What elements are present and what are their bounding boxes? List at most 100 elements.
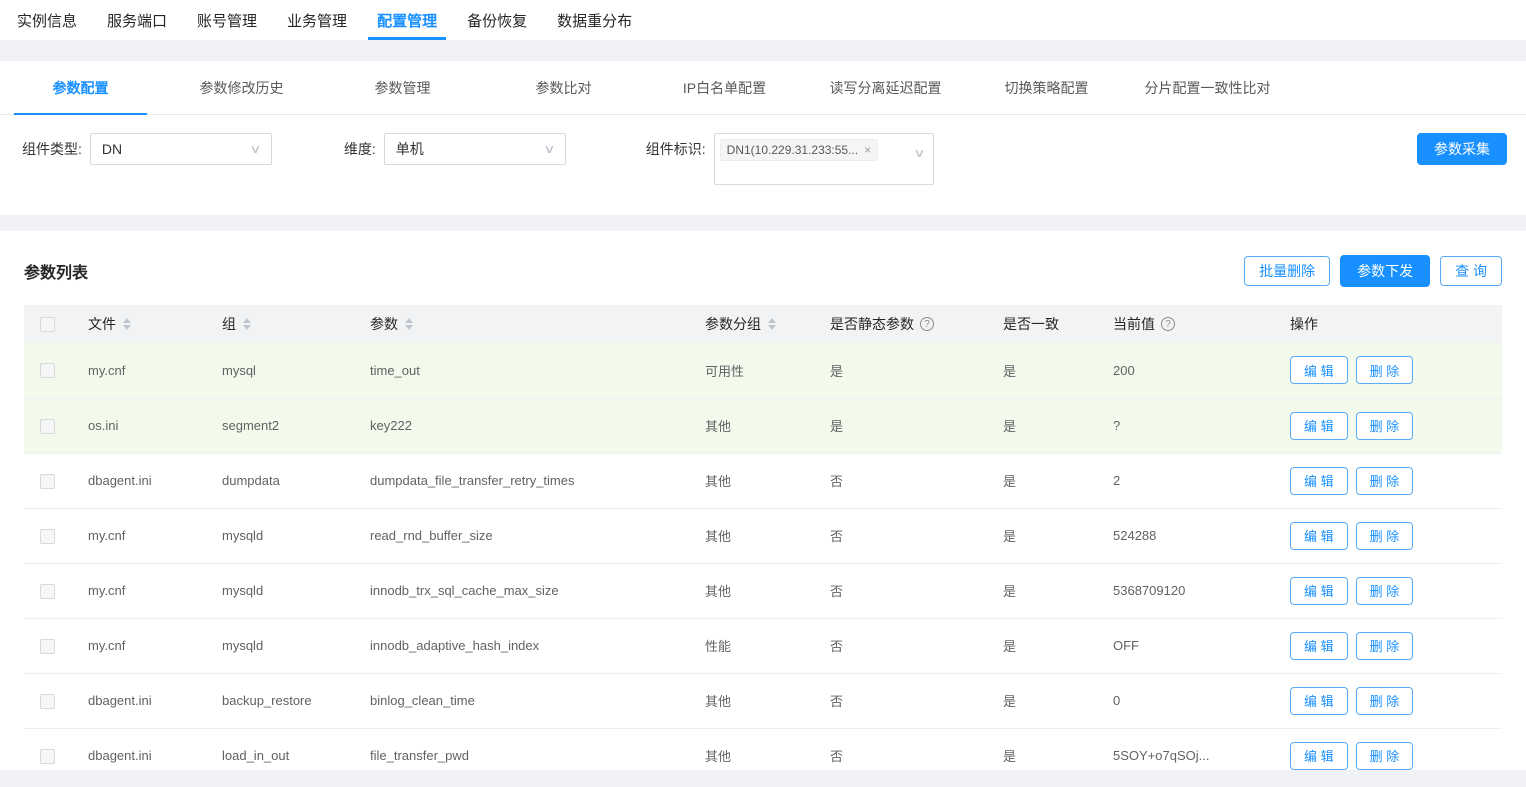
row-checkbox[interactable] — [40, 748, 55, 764]
component-type-label: 组件类型: — [22, 141, 82, 157]
delete-button[interactable]: 删 除 — [1355, 741, 1414, 770]
sort-icon[interactable] — [123, 318, 131, 330]
cell-is-static: 是 — [810, 343, 983, 399]
cell-group: mysqld — [202, 618, 350, 674]
edit-button[interactable]: 编 辑 — [1290, 411, 1348, 440]
table-row: dbagent.ini dumpdata dumpdata_file_trans… — [24, 453, 1502, 509]
sub-tabs: 参数配置 参数修改历史 参数管理 参数比对 IP白名单配置 读写分离延迟配置 切换策略配置分… — [0, 61, 1526, 115]
sort-icon[interactable] — [243, 318, 251, 330]
sort-icon[interactable] — [768, 318, 776, 330]
top-nav-item-7[interactable]: 数据重分布 — [542, 0, 647, 40]
edit-button[interactable]: 编 辑 — [1290, 741, 1348, 770]
col-header-label: 组 — [222, 316, 236, 332]
top-nav-item-2[interactable]: 服务端口 — [92, 0, 182, 40]
edit-button[interactable]: 编 辑 — [1290, 356, 1348, 385]
delete-button[interactable]: 删 除 — [1355, 631, 1414, 660]
top-nav-item-1[interactable]: 实例信息 — [2, 0, 92, 40]
dimension-filter: 维度: 单机 ∨ — [344, 133, 566, 165]
select-all-checkbox[interactable] — [40, 317, 55, 333]
cell-param-group: 其他 — [685, 563, 810, 619]
cell-group: segment2 — [202, 398, 350, 454]
delete-button[interactable]: 删 除 — [1355, 576, 1414, 605]
delete-button[interactable]: 删 除 — [1355, 356, 1414, 385]
component-id-tag-label: DN1(10.229.31.233:55... — [726, 143, 859, 157]
sub-tab-3[interactable]: 参数管理 — [322, 61, 483, 114]
distribute-params-button[interactable]: 参数下发 — [1340, 255, 1431, 287]
top-nav-item-4[interactable]: 业务管理 — [272, 0, 362, 40]
batch-delete-button[interactable]: 批量删除 — [1244, 256, 1331, 286]
cell-group: mysql — [202, 343, 350, 399]
query-button[interactable]: 查 询 — [1440, 256, 1502, 286]
cell-current-value: OFF — [1093, 618, 1270, 674]
edit-button[interactable]: 编 辑 — [1290, 631, 1348, 660]
cell-param: innodb_adaptive_hash_index — [350, 618, 685, 674]
col-header-check — [24, 305, 68, 343]
sub-tab-7[interactable]: 切换策略配置 — [966, 61, 1127, 114]
col-header-param_group[interactable]: 参数分组 — [685, 305, 810, 343]
cell-param: key222 — [350, 398, 685, 454]
info-icon[interactable]: ? — [920, 317, 934, 331]
sub-tab-5[interactable]: IP白名单配置 — [644, 61, 805, 114]
cell-param-group: 性能 — [685, 618, 810, 674]
row-checkbox[interactable] — [40, 473, 55, 489]
edit-button[interactable]: 编 辑 — [1290, 466, 1348, 495]
cell-param-group: 其他 — [685, 728, 810, 770]
component-id-select[interactable]: DN1(10.229.31.233:55... × ∨ — [713, 133, 934, 185]
info-icon[interactable]: ? — [1161, 317, 1175, 331]
row-ops: 编 辑 删 除 — [1290, 631, 1498, 660]
remove-tag-icon[interactable]: × — [864, 144, 871, 156]
dimension-value: 单机 — [395, 141, 424, 157]
row-ops: 编 辑 删 除 — [1290, 686, 1498, 715]
row-checkbox[interactable] — [40, 693, 55, 709]
delete-button[interactable]: 删 除 — [1355, 411, 1414, 440]
col-header-is_consistent: 是否一致 — [983, 305, 1093, 343]
cell-group: mysqld — [202, 508, 350, 564]
collect-params-button[interactable]: 参数采集 — [1417, 133, 1507, 165]
col-header-file[interactable]: 文件 — [68, 305, 202, 343]
top-nav-item-5[interactable]: 配置管理 — [362, 0, 452, 40]
param-table: 文件 组 参数 参数分组 是否静态参数? 是否一致 当前值? 操作 my.cnf mysql … — [24, 305, 1502, 770]
edit-button[interactable]: 编 辑 — [1290, 576, 1348, 605]
col-header-group[interactable]: 组 — [202, 305, 350, 343]
cell-param: file_transfer_pwd — [350, 728, 685, 770]
cell-file: my.cnf — [68, 508, 202, 564]
row-checkbox[interactable] — [40, 638, 55, 654]
table-row: dbagent.ini backup_restore binlog_clean_… — [24, 673, 1502, 729]
page-title: 参数列表 — [24, 265, 89, 282]
row-checkbox[interactable] — [40, 363, 55, 379]
edit-button[interactable]: 编 辑 — [1290, 686, 1348, 715]
cell-is-static: 否 — [810, 563, 983, 619]
row-checkbox[interactable] — [40, 528, 55, 544]
cell-file: dbagent.ini — [68, 673, 202, 729]
component-id-tag: DN1(10.229.31.233:55... × — [719, 139, 879, 161]
cell-is-consistent: 是 — [983, 563, 1093, 619]
cell-current-value: 524288 — [1093, 508, 1270, 564]
row-ops: 编 辑 删 除 — [1290, 741, 1498, 770]
cell-param: innodb_trx_sql_cache_max_size — [350, 563, 685, 619]
cell-is-static: 是 — [810, 398, 983, 454]
row-checkbox[interactable] — [40, 418, 55, 434]
sub-tab-4[interactable]: 参数比对 — [483, 61, 644, 114]
sort-icon[interactable] — [405, 318, 413, 330]
top-nav-item-3[interactable]: 账号管理 — [182, 0, 272, 40]
col-header-param[interactable]: 参数 — [350, 305, 685, 343]
cell-file: my.cnf — [68, 343, 202, 399]
cell-is-consistent: 是 — [983, 618, 1093, 674]
sub-tab-2[interactable]: 参数修改历史 — [161, 61, 322, 114]
cell-current-value: 5SOY+o7qSOj... — [1093, 728, 1270, 770]
cell-param-group: 可用性 — [685, 343, 810, 399]
sub-tab-6[interactable]: 读写分离延迟配置 — [805, 61, 966, 114]
chevron-down-icon: ∨ — [543, 142, 556, 156]
delete-button[interactable]: 删 除 — [1355, 521, 1414, 550]
row-ops: 编 辑 删 除 — [1290, 411, 1498, 440]
delete-button[interactable]: 删 除 — [1355, 686, 1414, 715]
component-id-label: 组件标识: — [645, 141, 706, 157]
row-checkbox[interactable] — [40, 583, 55, 599]
delete-button[interactable]: 删 除 — [1355, 466, 1414, 495]
top-nav-item-6[interactable]: 备份恢复 — [452, 0, 542, 40]
component-type-select[interactable]: DN ∨ — [89, 133, 272, 165]
sub-tab-1[interactable]: 参数配置 — [0, 61, 161, 115]
dimension-select[interactable]: 单机 ∨ — [383, 133, 566, 165]
sub-tab-8[interactable]: 分片配置一致性比对 — [1127, 61, 1288, 114]
edit-button[interactable]: 编 辑 — [1290, 521, 1348, 550]
